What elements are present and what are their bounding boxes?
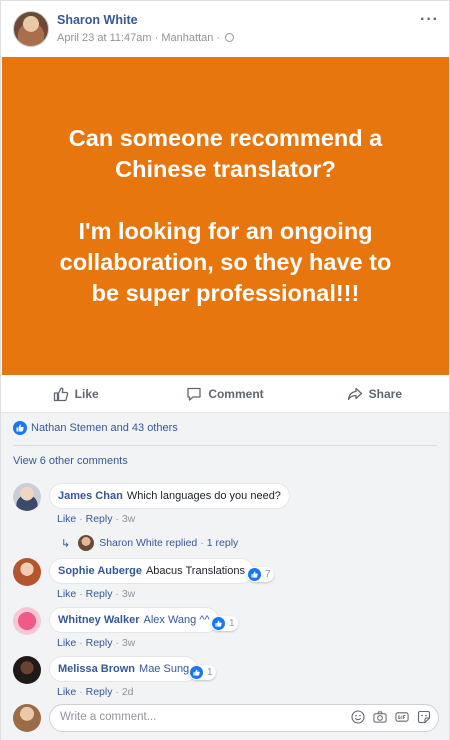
author-avatar[interactable] [13, 11, 49, 47]
share-button[interactable]: Share [300, 376, 449, 412]
comment-actions: Like · Reply · 2d [57, 686, 134, 698]
banner-line: Chinese translator? [115, 156, 336, 182]
globe-icon [225, 33, 235, 42]
post-date[interactable]: April 23 at 11:47am [57, 32, 152, 44]
comment-like-link[interactable]: Like [57, 588, 76, 600]
comment-bubble: Whitney Walker Alex Wang ^^ [49, 607, 219, 633]
comment-reply-link[interactable]: Reply [86, 588, 113, 600]
separator: · [115, 637, 119, 649]
divider [13, 445, 437, 446]
gif-icon[interactable] [395, 710, 409, 724]
comment-reply-link[interactable]: Reply [86, 637, 113, 649]
meta-separator: · [216, 32, 221, 44]
thumbs-up-badge-icon [248, 568, 261, 581]
comment-icon [187, 387, 201, 401]
like-button[interactable]: Like [1, 376, 150, 412]
author-name[interactable]: Sharon White [57, 13, 138, 27]
comment-bubble: James Chan Which languages do you need? [49, 483, 290, 509]
comment-age: 3w [121, 637, 136, 649]
like-label: Like [74, 387, 99, 401]
separator: · [79, 686, 83, 698]
post-banner: Can someone recommend a Chinese translat… [2, 57, 449, 375]
banner-line: Can someone recommend a [68, 125, 383, 151]
post-meta: April 23 at 11:47am · Manhattan · [57, 32, 235, 44]
share-icon [347, 387, 362, 401]
reply-arrow-icon: ↳ [61, 537, 71, 550]
more-icon[interactable]: ··· [420, 11, 439, 29]
separator: · [79, 637, 83, 649]
comment-label: Comment [208, 387, 264, 401]
post-header: Sharon White April 23 at 11:47am · Manha… [1, 1, 449, 57]
comment-button[interactable]: Comment [150, 376, 299, 412]
separator: · [115, 588, 119, 600]
banner-line: be super professional!!! [91, 280, 360, 306]
comment-age: 3w [121, 513, 136, 525]
view-more-comments[interactable]: View 6 other comments [13, 455, 128, 467]
comment-text[interactable]: Mae Sung [139, 663, 189, 675]
comment-reactions[interactable]: 1 [211, 616, 238, 631]
banner-text: Can someone recommend a Chinese translat… [32, 123, 420, 309]
avatar [78, 535, 95, 551]
camera-icon[interactable] [373, 710, 387, 724]
replied-by: Sharon White replied [99, 537, 198, 549]
meta-separator: · [154, 32, 159, 44]
commenter-name[interactable]: Sophie Auberge [58, 565, 142, 577]
reactions-summary[interactable]: Nathan Stemen and 43 others [13, 421, 178, 435]
comment-bubble: Sophie Auberge Abacus Translations [49, 558, 254, 584]
comment-age: 3w [121, 588, 136, 600]
avatar[interactable] [13, 656, 41, 684]
comments-section: Nathan Stemen and 43 others View 6 other… [1, 413, 449, 740]
separator: · [79, 588, 83, 600]
write-comment-row: Write a comment... [13, 703, 439, 733]
reactions-text: Nathan Stemen and 43 others [31, 422, 178, 434]
banner-line: collaboration, so they have to [59, 249, 392, 275]
comment-text: Which languages do you need? [126, 490, 281, 502]
reply-count: 1 reply [206, 537, 239, 549]
commenter-name[interactable]: James Chan [58, 490, 123, 502]
avatar[interactable] [13, 483, 41, 511]
action-bar: Like Comment Share [1, 376, 449, 413]
avatar[interactable] [13, 607, 41, 635]
comment-age: 2d [121, 686, 134, 698]
comment-actions: Like · Reply · 3w [57, 513, 135, 525]
sticker-icon[interactable] [417, 710, 431, 724]
separator: · [115, 686, 119, 698]
post-card: Sharon White April 23 at 11:47am · Manha… [0, 0, 450, 740]
separator: · [115, 513, 119, 525]
avatar[interactable] [13, 558, 41, 586]
replies-link[interactable]: ↳ Sharon White replied · 1 reply [61, 535, 238, 551]
comment-reply-link[interactable]: Reply [86, 513, 113, 525]
reaction-count: 7 [265, 569, 271, 580]
reaction-count: 1 [229, 618, 235, 629]
comment-reply-link[interactable]: Reply [86, 686, 113, 698]
thumbs-up-badge-icon [190, 666, 203, 679]
thumbs-up-badge-icon [212, 617, 225, 630]
commenter-name[interactable]: Melissa Brown [58, 663, 135, 675]
separator: · [79, 513, 83, 525]
comment-actions: Like · Reply · 3w [57, 588, 135, 600]
comment-actions: Like · Reply · 3w [57, 637, 135, 649]
comment-reactions[interactable]: 1 [189, 665, 216, 680]
separator: · [200, 537, 204, 549]
share-label: Share [368, 387, 402, 401]
thumbs-up-badge-icon [13, 421, 27, 435]
comment-reactions[interactable]: 7 [247, 567, 274, 582]
avatar [13, 704, 41, 732]
comment-like-link[interactable]: Like [57, 637, 76, 649]
comment-bubble: Melissa Brown Mae Sung [49, 656, 199, 682]
like-icon [53, 387, 68, 402]
banner-gap [60, 185, 392, 216]
comment-like-link[interactable]: Like [57, 513, 76, 525]
comment-like-link[interactable]: Like [57, 686, 76, 698]
emoji-icon[interactable] [351, 710, 365, 724]
banner-line: I'm looking for an ongoing [78, 218, 373, 244]
comment-text: Abacus Translations [145, 565, 245, 577]
comment-input-tools [351, 710, 431, 724]
comment-text[interactable]: Alex Wang ^^ [144, 614, 210, 626]
commenter-name[interactable]: Whitney Walker [58, 614, 140, 626]
post-location[interactable]: Manhattan [161, 32, 213, 44]
reaction-count: 1 [207, 667, 213, 678]
